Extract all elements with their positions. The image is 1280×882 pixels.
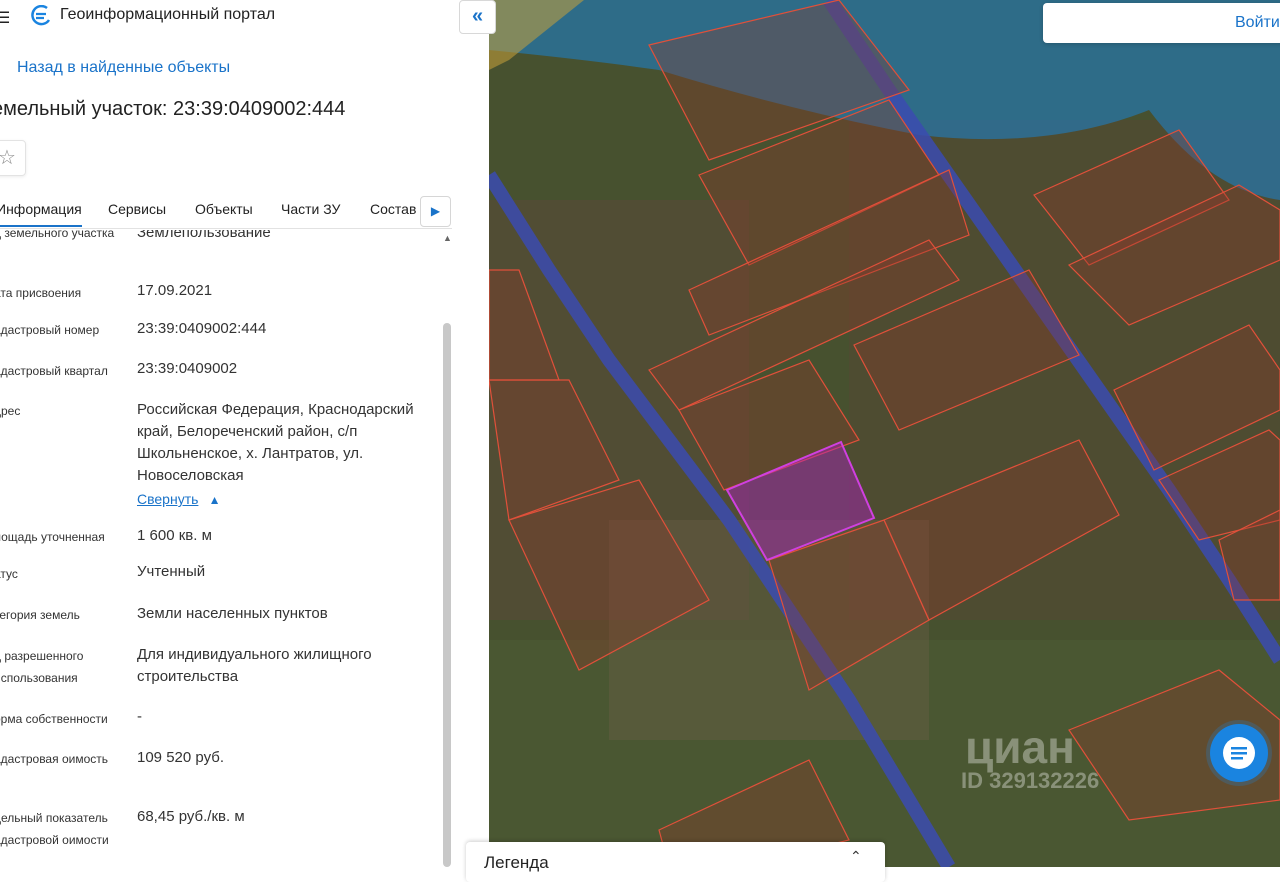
attr-label: д земельного участка <box>0 230 115 240</box>
portal-logo <box>31 5 51 26</box>
scrollbar-thumb[interactable] <box>443 323 451 867</box>
attr-value: - <box>137 708 142 725</box>
attr-value: 17.09.2021 <box>137 282 213 299</box>
scrollbar[interactable]: ▲ <box>441 233 453 867</box>
attr-value: 23:39:0409002 <box>137 360 238 377</box>
attr-value-address: Российская Федерация, Краснодарский край… <box>137 401 414 484</box>
tabs-next-icon[interactable]: ▶ <box>420 196 451 227</box>
chat-icon <box>1223 737 1255 769</box>
watermark-id: ID 329132226 <box>961 768 1100 793</box>
attr-value: 68,45 руб./кв. м <box>137 808 245 825</box>
map-view[interactable] <box>489 0 1280 867</box>
chevron-up-icon: ▲ <box>208 493 221 507</box>
attr-label: адастровый номер <box>0 323 100 337</box>
tab-composition[interactable]: Состав <box>370 201 416 217</box>
collapse-panel-icon[interactable]: « <box>459 0 496 34</box>
attr-value: 1 600 кв. м <box>137 527 212 544</box>
attr-label: д разрешенного использования <box>0 649 84 685</box>
attr-value: Земли населенных пунктов <box>137 605 328 622</box>
chevron-up-icon[interactable]: ⌃ <box>850 848 862 865</box>
login-button[interactable]: Войти <box>1043 3 1280 43</box>
attr-value: Землепользование <box>137 230 271 241</box>
back-link-label: Назад в найденные объекты <box>17 59 231 76</box>
attr-label: адастровая оимость <box>0 752 108 766</box>
attr-label: дельный показатель адастровой оимости <box>0 811 109 847</box>
tab-parts[interactable]: Части ЗУ <box>281 201 340 217</box>
watermark-logo: циан <box>965 721 1075 773</box>
attr-value: 23:39:0409002:444 <box>137 320 267 337</box>
tab-bar: Информация Сервисы Объекты Части ЗУ Сост… <box>0 195 452 229</box>
chat-button[interactable] <box>1210 724 1268 782</box>
tab-objects[interactable]: Объекты <box>195 201 253 217</box>
info-panel: ☰ Геоинформационный портал ‹ Назад в най… <box>0 0 489 867</box>
menu-icon[interactable]: ☰ <box>0 8 10 28</box>
attr-label: адастровый квартал <box>0 364 108 378</box>
top-bar: ☰ Геоинформационный портал <box>0 0 489 32</box>
tab-services[interactable]: Сервисы <box>108 201 166 217</box>
login-button-label: Войти <box>1235 14 1280 31</box>
legend-title: Легенда <box>484 853 549 872</box>
attr-value: 109 520 руб. <box>137 749 224 766</box>
collapse-link[interactable]: Свернуть ▲ <box>137 488 432 511</box>
brand-title: Геоинформационный портал <box>60 6 276 23</box>
attr-label: орма собственности <box>0 712 108 726</box>
satellite-map <box>489 0 1280 867</box>
attr-value: Для индивидуального жилищного строительс… <box>137 646 372 685</box>
attr-label: ата присвоения <box>0 286 82 300</box>
tab-information[interactable]: Информация <box>0 201 82 227</box>
attributes-list: д земельного участка Землепользование ат… <box>0 230 440 867</box>
attr-label: атус <box>0 567 18 581</box>
legend-panel[interactable]: Легенда ⌃ <box>466 842 885 882</box>
attr-label: дрес <box>0 404 21 418</box>
scroll-up-icon[interactable]: ▲ <box>443 233 452 243</box>
collapse-link-label: Свернуть <box>137 491 199 507</box>
favorite-star-icon[interactable]: ☆ <box>0 140 26 176</box>
attr-label: лощадь уточненная <box>0 530 105 544</box>
page-title: емельный участок: 23:39:0409002:444 <box>0 98 346 120</box>
attr-label: тегория земель <box>0 608 80 622</box>
attr-value: Учтенный <box>137 563 206 580</box>
